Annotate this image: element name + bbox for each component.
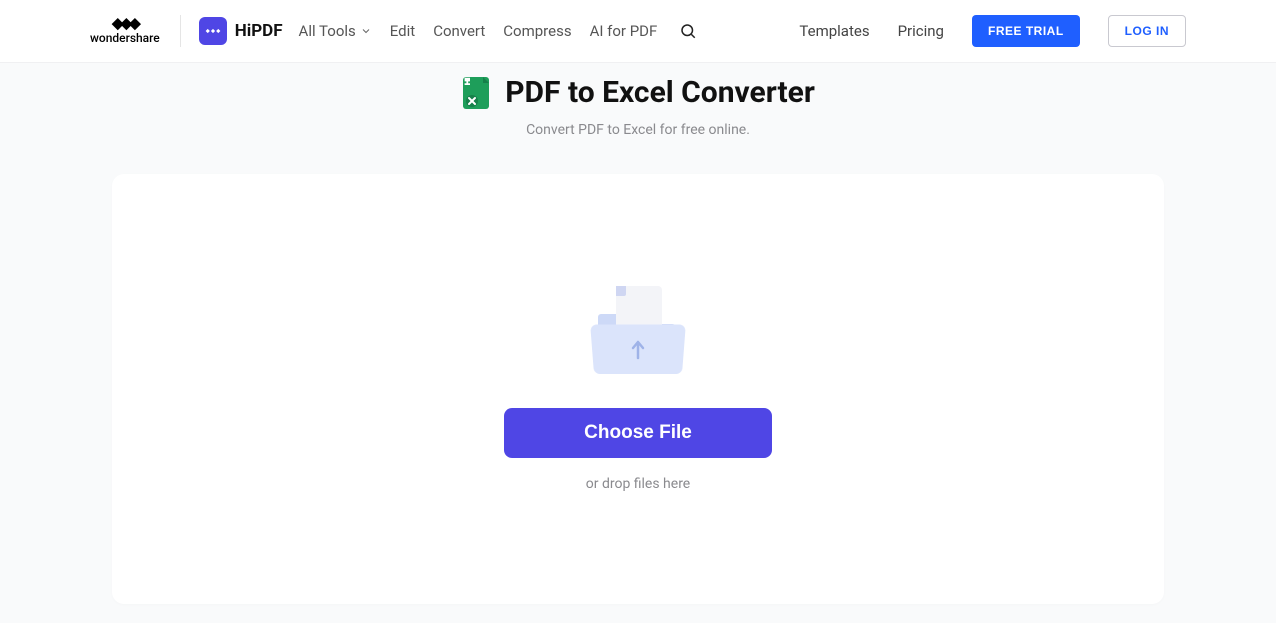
page-title-row: PDF to Excel Converter (0, 75, 1276, 110)
drop-files-hint: or drop files here (586, 476, 690, 492)
wondershare-text: wondershare (90, 31, 160, 47)
app-header: ◆◆◆ wondershare HiPDF All Tools Edit Con… (0, 0, 1276, 62)
page-title: PDF to Excel Converter (505, 75, 815, 110)
brand-divider (180, 15, 181, 47)
nav-all-tools[interactable]: All Tools (299, 22, 372, 40)
nav-ai-for-pdf[interactable]: AI for PDF (590, 22, 658, 40)
nav-convert[interactable]: Convert (433, 22, 485, 40)
free-trial-button[interactable]: FREE TRIAL (972, 15, 1080, 47)
nav-compress[interactable]: Compress (503, 22, 571, 40)
chevron-down-icon (360, 25, 372, 37)
page-subtitle: Convert PDF to Excel for free online. (0, 122, 1276, 138)
wondershare-mark-icon: ◆◆◆ (112, 16, 138, 31)
right-nav: Templates Pricing FREE TRIAL LOG IN (799, 15, 1186, 47)
nav-edit[interactable]: Edit (390, 22, 415, 40)
excel-file-icon (461, 77, 491, 109)
upload-card[interactable]: Choose File or drop files here (112, 174, 1164, 604)
login-button[interactable]: LOG IN (1108, 15, 1186, 47)
main-content: PDF to Excel Converter Convert PDF to Ex… (0, 62, 1276, 623)
hipdf-icon (199, 17, 227, 45)
brand-group: ◆◆◆ wondershare HiPDF (90, 15, 283, 47)
hipdf-text: HiPDF (235, 21, 283, 41)
search-icon (679, 22, 697, 40)
hipdf-logo[interactable]: HiPDF (199, 17, 283, 45)
nav-pricing[interactable]: Pricing (898, 22, 944, 40)
nav-templates[interactable]: Templates (799, 22, 869, 40)
nav-all-tools-label: All Tools (299, 22, 356, 40)
choose-file-button[interactable]: Choose File (504, 408, 772, 458)
wondershare-logo[interactable]: ◆◆◆ wondershare (90, 16, 160, 47)
main-nav: All Tools Edit Convert Compress AI for P… (299, 22, 698, 40)
search-button[interactable] (679, 22, 697, 40)
upload-folder-icon (588, 286, 688, 378)
